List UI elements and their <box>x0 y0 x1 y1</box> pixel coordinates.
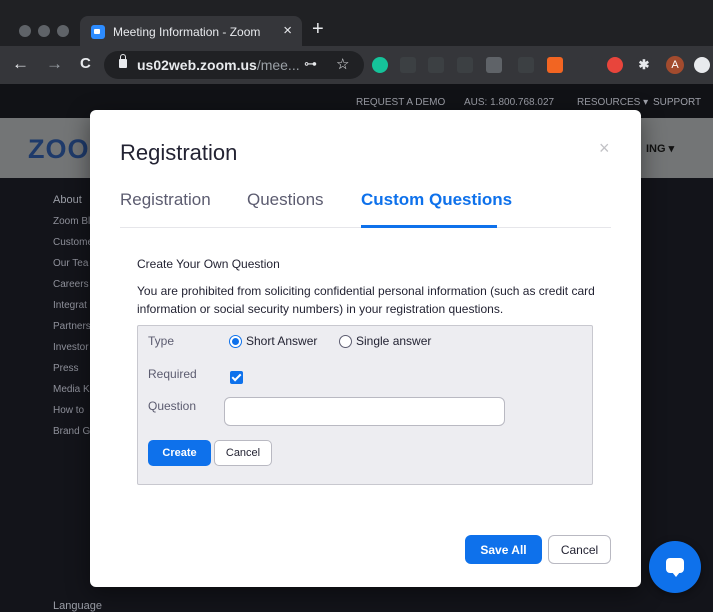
printer-extension-icon[interactable] <box>457 57 473 73</box>
hidden-extension-icon[interactable] <box>577 57 593 73</box>
request-demo-link[interactable]: REQUEST A DEMO <box>356 97 445 108</box>
registration-modal: Registration × Registration Questions Cu… <box>90 110 641 587</box>
block-extension-icon[interactable] <box>607 57 623 73</box>
create-button[interactable]: Create <box>148 440 211 466</box>
modal-tabs: Registration Questions Custom Questions <box>120 188 611 228</box>
footer-link[interactable]: Our Tea <box>53 258 88 269</box>
modal-cancel-button[interactable]: Cancel <box>548 535 611 564</box>
puzzle-extensions-icon[interactable]: ✱ <box>636 57 652 73</box>
type-label: Type <box>148 334 175 348</box>
url-text: us02web.zoom.us/mee... <box>137 57 300 73</box>
tab-registration[interactable]: Registration <box>120 190 211 210</box>
footer-link[interactable]: Partners <box>53 321 91 332</box>
url-host: us02web.zoom.us <box>137 57 257 73</box>
profile-avatar[interactable]: A <box>666 56 684 74</box>
lock-icon <box>119 54 127 68</box>
question-input[interactable] <box>224 397 505 426</box>
privacy-warning: You are prohibited from soliciting confi… <box>137 284 595 316</box>
single-answer-label[interactable]: Single answer <box>356 334 431 348</box>
phone-number: AUS: 1.800.768.027 <box>464 97 555 108</box>
tab-close-icon[interactable]: × <box>283 22 292 39</box>
percent-extension-icon[interactable] <box>547 57 563 73</box>
question-label: Question <box>148 399 197 413</box>
formula-extension-icon[interactable] <box>428 57 444 73</box>
footer-link[interactable]: Zoom Bl <box>53 216 90 227</box>
resources-menu[interactable]: RESOURCES ▾ <box>577 97 648 108</box>
active-tab-underline <box>361 225 497 228</box>
zoom-favicon-icon <box>91 25 105 39</box>
required-label: Required <box>148 367 197 381</box>
support-link[interactable]: SUPPORT <box>653 97 701 108</box>
window-minimize-dot[interactable] <box>38 25 50 37</box>
window-zoom-dot[interactable] <box>57 25 69 37</box>
modal-close-icon[interactable]: × <box>599 138 610 159</box>
bookmark-star-icon[interactable]: ☆ <box>336 55 349 73</box>
footer-link[interactable]: How to <box>53 405 84 416</box>
header-menu-item[interactable]: ING ▾ <box>646 142 674 155</box>
footer-language-label[interactable]: Language <box>53 600 102 612</box>
footer-link[interactable]: Careers <box>53 279 89 290</box>
footer-about-heading: About <box>53 194 82 206</box>
form-cancel-button[interactable]: Cancel <box>214 440 272 466</box>
browser-tabstrip: Meeting Information - Zoom × + <box>0 0 713 46</box>
browser-tab-active[interactable]: Meeting Information - Zoom × <box>80 16 302 46</box>
single-answer-radio[interactable] <box>339 335 352 348</box>
footer-link[interactable]: Brand G <box>53 426 90 437</box>
footer-link[interactable]: Custome <box>53 237 93 248</box>
chrome-menu-icon[interactable] <box>694 57 710 73</box>
zoom-logo[interactable]: ZOO <box>28 134 90 165</box>
footer-link[interactable]: Integrat <box>53 300 87 311</box>
footer-link[interactable]: Press <box>53 363 79 374</box>
tab-title: Meeting Information - Zoom <box>113 25 261 39</box>
grammarly-extension-icon[interactable] <box>372 57 388 73</box>
short-answer-radio[interactable] <box>229 335 242 348</box>
key-icon[interactable]: ⊶ <box>304 56 317 72</box>
forward-icon[interactable]: → <box>46 55 63 73</box>
new-tab-icon[interactable]: + <box>312 18 324 41</box>
chat-bubble-icon[interactable] <box>649 541 701 593</box>
short-answer-label[interactable]: Short Answer <box>246 334 317 348</box>
tab-questions[interactable]: Questions <box>247 190 324 210</box>
checklist-extension-icon[interactable] <box>400 57 416 73</box>
section-title: Create Your Own Question <box>137 257 280 271</box>
reload-icon[interactable]: C <box>80 55 91 73</box>
address-bar[interactable]: us02web.zoom.us/mee... ⊶ ☆ <box>104 51 364 79</box>
required-checkbox[interactable] <box>230 371 243 384</box>
back-icon[interactable]: ← <box>12 55 29 73</box>
window-close-dot[interactable] <box>19 25 31 37</box>
question-form: Type Short Answer Single answer Required… <box>137 325 593 485</box>
notes-extension-icon[interactable] <box>486 57 502 73</box>
footer-link[interactable]: Media K <box>53 384 90 395</box>
browser-toolbar: ← → C us02web.zoom.us/mee... ⊶ ☆ ✱ A <box>0 46 713 84</box>
pen-extension-icon[interactable] <box>518 57 534 73</box>
url-path: /mee... <box>256 57 300 73</box>
modal-title: Registration <box>120 140 238 165</box>
footer-link[interactable]: Investor <box>53 342 89 353</box>
tab-custom-questions[interactable]: Custom Questions <box>361 190 512 210</box>
save-all-button[interactable]: Save All <box>465 535 542 564</box>
